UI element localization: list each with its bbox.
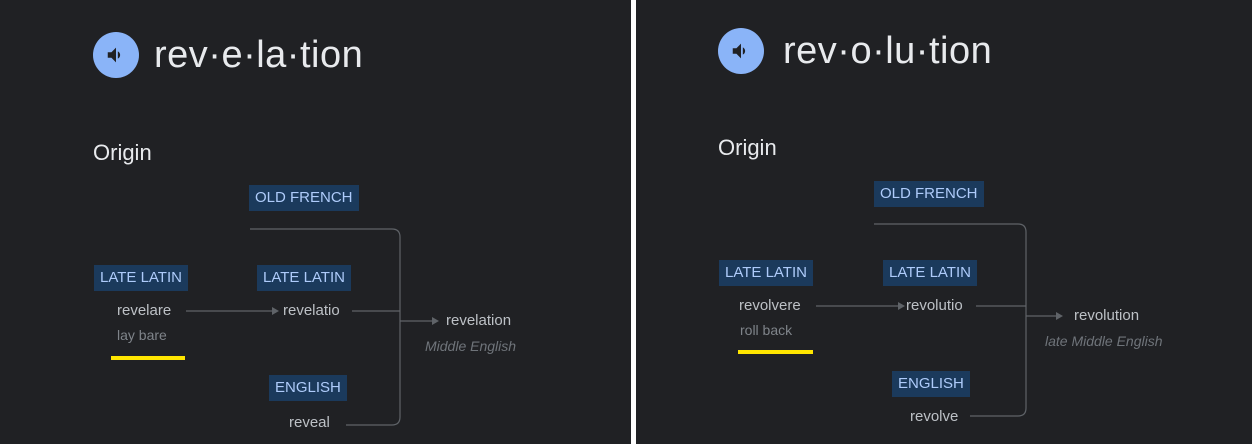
source-term: revolvere [739, 297, 801, 314]
result-word: revolution [1074, 307, 1140, 324]
language-tag-late-latin-source: LATE LATIN [719, 260, 813, 286]
mid-term: revolutio [906, 297, 963, 314]
english-term: reveal [289, 414, 330, 431]
highlight-underline [111, 356, 185, 360]
language-tag-late-latin-source: LATE LATIN [94, 265, 188, 291]
language-tag-late-latin: LATE LATIN [257, 265, 351, 291]
arrow-right-icon [432, 317, 439, 325]
source-gloss: lay bare [117, 327, 167, 343]
language-tag-english: ENGLISH [892, 371, 970, 397]
arrow-right-icon [272, 307, 279, 315]
arrow-right-icon [898, 302, 905, 310]
highlight-underline [738, 350, 813, 354]
result-language: Middle English [425, 338, 517, 354]
language-tag-old-french: OLD FRENCH [874, 181, 984, 207]
language-tag-old-french: OLD FRENCH [249, 185, 359, 211]
source-gloss: roll back [740, 322, 793, 338]
arrow-right-icon [1056, 312, 1063, 320]
result-language: late Middle English [1045, 333, 1163, 349]
mid-term: revelatio [283, 302, 340, 319]
english-term: revolve [910, 408, 959, 425]
source-term: revelare [117, 302, 172, 319]
etymology-card-revelation: rev·e·la·tion Origin OLD FRENCH LATE LAT… [0, 0, 631, 444]
language-tag-english: ENGLISH [269, 375, 347, 401]
result-word: revelation [446, 312, 512, 329]
etymology-card-revolution: rev·o·lu·tion Origin OLD FRENCH LATE LAT… [636, 0, 1252, 444]
language-tag-late-latin: LATE LATIN [883, 260, 977, 286]
